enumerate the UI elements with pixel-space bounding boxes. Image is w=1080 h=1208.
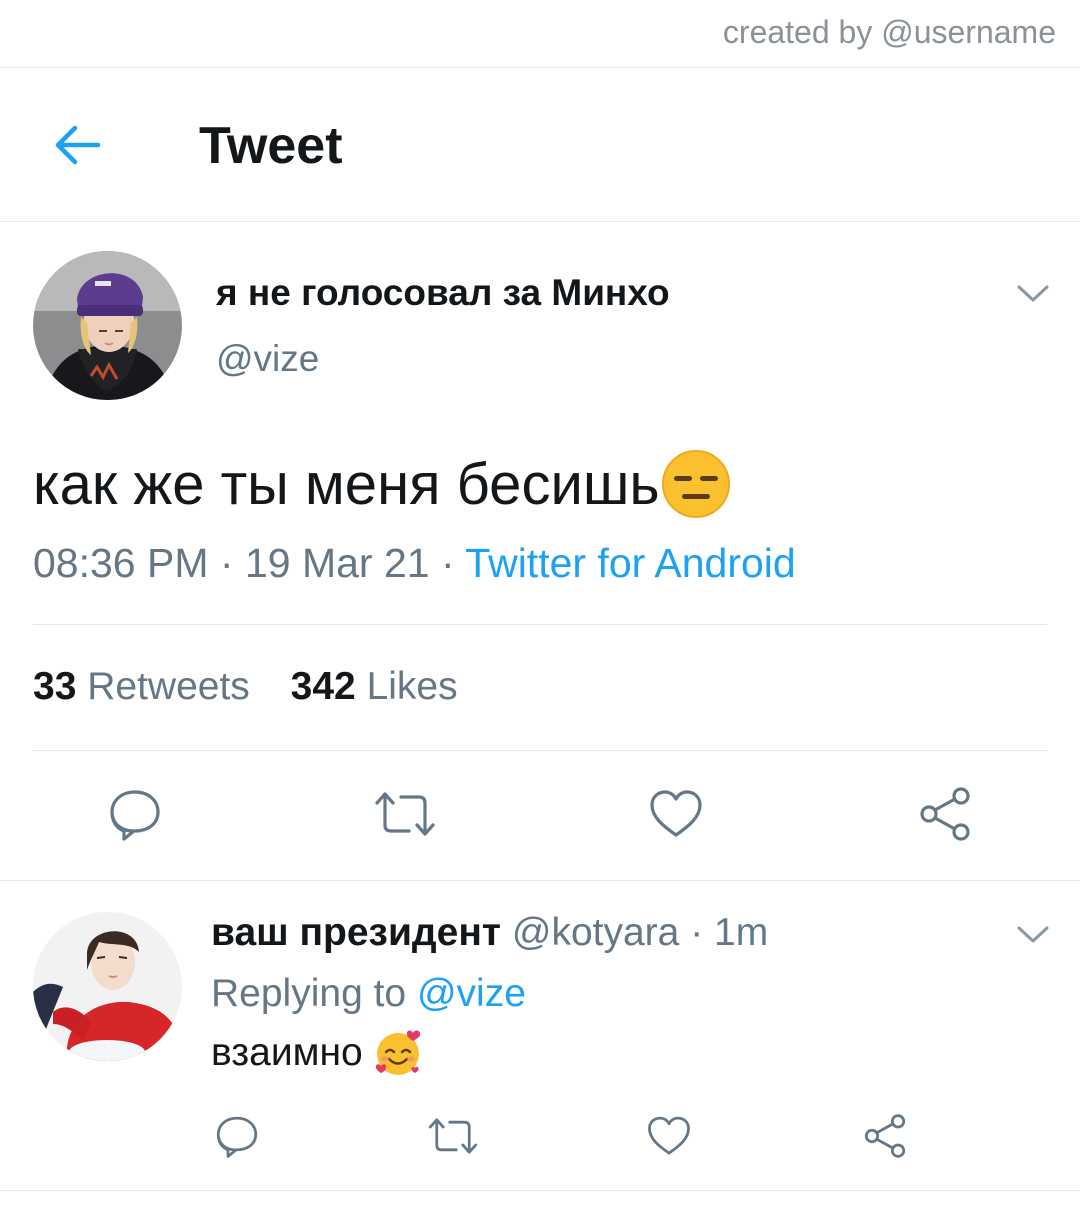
share-icon[interactable] (863, 1114, 907, 1158)
meta-separator: · (440, 540, 455, 586)
page-title: Tweet (199, 117, 343, 175)
like-icon[interactable] (647, 1114, 691, 1158)
replying-to-mention[interactable]: @vize (417, 972, 526, 1015)
tweet-source-link[interactable]: Twitter for Android (465, 540, 795, 586)
tweet-meta: 08:36 PM · 19 Mar 21 · Twitter for Andro… (33, 540, 796, 587)
divider (33, 624, 1047, 625)
tweet-date: 19 Mar 21 (244, 540, 430, 586)
retweet-icon[interactable] (427, 1114, 479, 1158)
reply-author-name[interactable]: ваш президент (211, 911, 501, 954)
retweet-icon[interactable] (373, 787, 437, 841)
divider (33, 750, 1047, 751)
retweets-stat[interactable]: 33 Retweets (33, 665, 250, 708)
reply-separator: · (690, 911, 704, 954)
bottom-divider (0, 1190, 1080, 1191)
reply-body: взаимно (211, 1031, 363, 1074)
like-icon[interactable] (649, 787, 703, 841)
app-header: Tweet (0, 68, 1080, 222)
tweet-body: как же ты меня бесишь (33, 451, 660, 517)
replying-to: Replying to @vize (211, 972, 526, 1016)
retweets-label: Retweets (87, 665, 250, 708)
tweet-stats: 33 Retweets 342 Likes (33, 665, 488, 709)
likes-label: Likes (366, 665, 458, 708)
tweet-text: как же ты меня бесишь (33, 448, 732, 520)
author-name[interactable]: я не голосовал за Минхо (216, 272, 670, 314)
tweet-time: 08:36 PM (33, 540, 209, 586)
reply-text: взаимно (211, 1028, 423, 1078)
reply-icon[interactable] (215, 1114, 259, 1158)
chevron-down-icon[interactable] (1016, 283, 1050, 305)
reply-header: ваш президент @kotyara · 1m (211, 911, 768, 955)
share-icon[interactable] (918, 787, 972, 841)
retweets-count: 33 (33, 665, 77, 708)
reply-time: 1m (714, 911, 769, 954)
section-divider (0, 880, 1080, 881)
meta-separator: · (219, 540, 234, 586)
credit-text: created by @username (722, 14, 1056, 50)
credit-bar: created by @username (0, 0, 1080, 68)
chevron-down-icon[interactable] (1016, 924, 1050, 946)
reply-author-avatar[interactable] (33, 912, 182, 1061)
smiling-face-with-hearts-emoji (375, 1030, 420, 1075)
reply-author-handle[interactable]: @kotyara (512, 911, 679, 954)
expressionless-face-emoji (661, 450, 730, 518)
arrow-left-icon[interactable] (50, 118, 104, 172)
author-avatar[interactable] (33, 251, 182, 400)
likes-count: 342 (290, 665, 356, 708)
replying-to-label: Replying to (211, 972, 407, 1015)
reply-icon[interactable] (108, 787, 162, 841)
author-handle[interactable]: @vize (216, 338, 319, 380)
likes-stat[interactable]: 342 Likes (291, 665, 458, 708)
